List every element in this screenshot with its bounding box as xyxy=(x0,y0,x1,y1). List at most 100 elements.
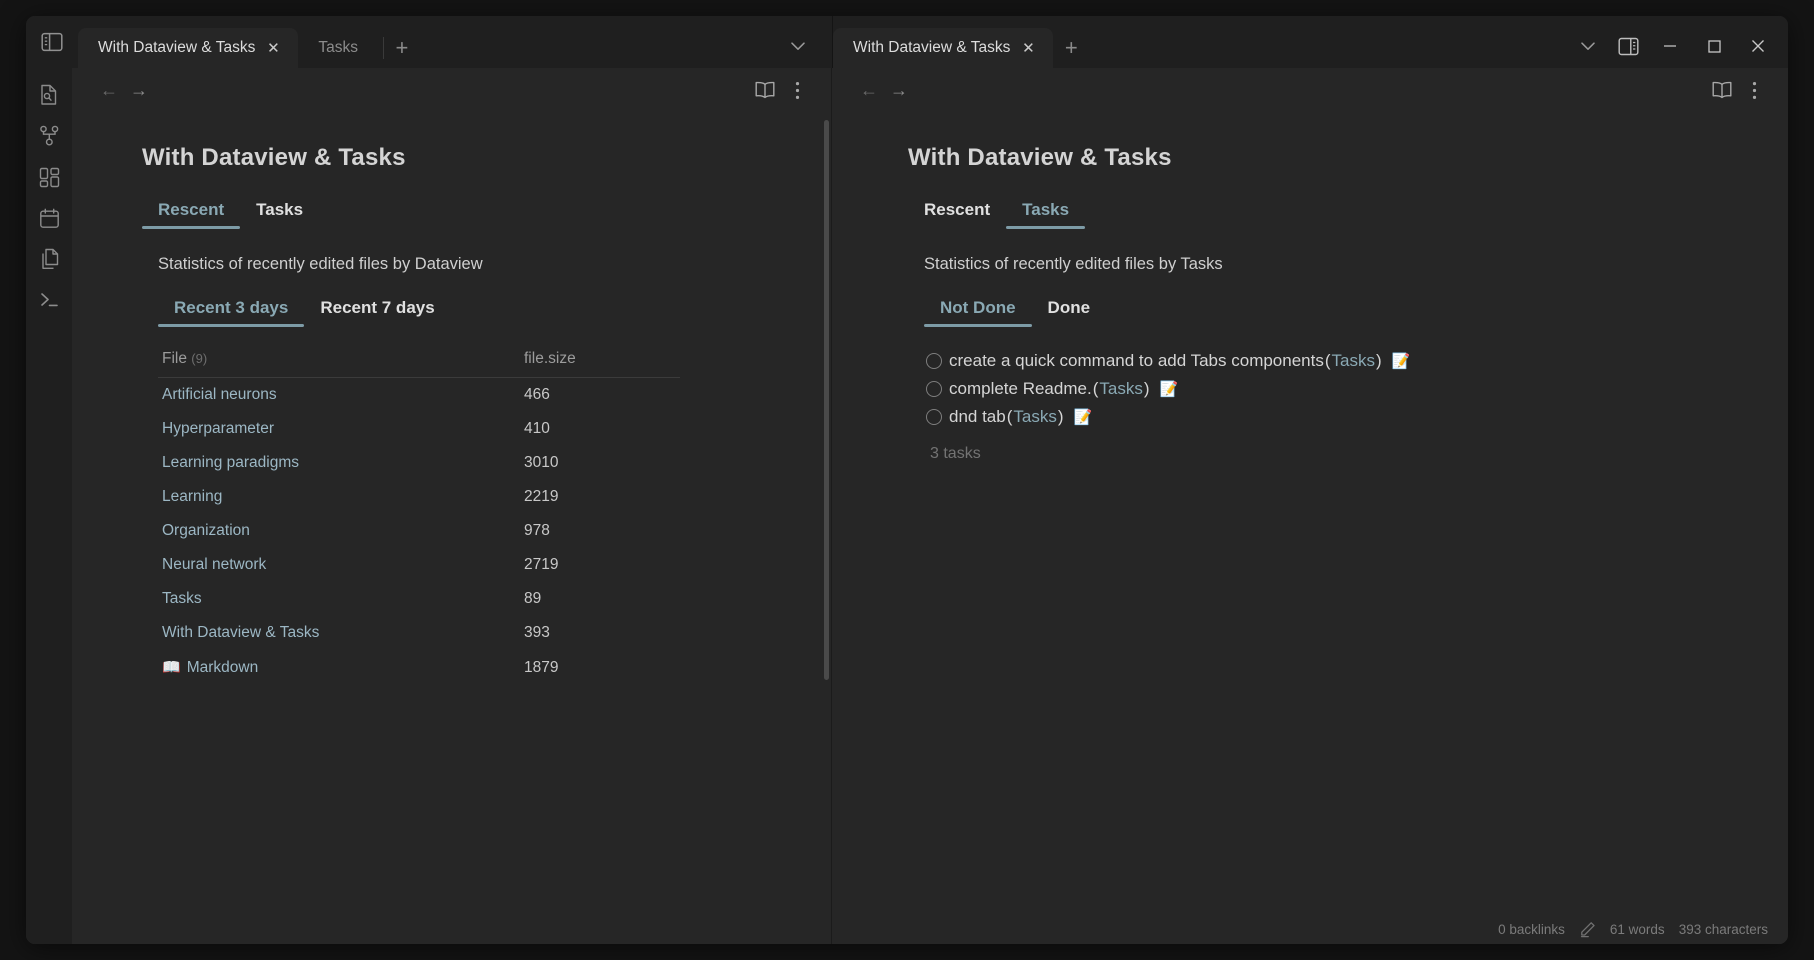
file-size: 2719 xyxy=(524,556,559,573)
file-link[interactable]: Learning xyxy=(158,480,520,514)
back-button[interactable]: ← xyxy=(854,75,884,105)
new-tab-button-right[interactable]: + xyxy=(1053,28,1089,68)
left-tab-group: With Dataview & Tasks ✕ Tasks xyxy=(78,16,373,68)
window-maximize-button[interactable] xyxy=(1692,26,1736,66)
new-tab-button[interactable]: + xyxy=(384,28,420,68)
right-pane-header: ← → xyxy=(832,68,1788,112)
tab-label: Tasks xyxy=(318,39,358,56)
chevron-down-icon xyxy=(791,41,805,50)
more-options-button[interactable] xyxy=(1738,75,1770,105)
file-link[interactable]: Artificial neurons xyxy=(158,378,520,413)
window-close-button[interactable] xyxy=(1736,26,1780,66)
note-tab-rescent[interactable]: Rescent xyxy=(142,196,241,229)
task-checkbox[interactable] xyxy=(926,353,942,369)
file-link[interactable]: Hyperparameter xyxy=(158,412,520,446)
memo-icon: 📝 xyxy=(1159,381,1179,398)
file-link-markdown[interactable]: 📖 Markdown xyxy=(158,650,520,685)
task-text: dnd tab xyxy=(949,407,1006,426)
subtab-recent-7-days[interactable]: Recent 7 days xyxy=(304,294,450,327)
table-row: 📖 Markdown 1879 xyxy=(158,650,680,685)
note-tab-rescent[interactable]: Rescent xyxy=(908,196,1006,229)
right-sidebar-toggle-button[interactable] xyxy=(1608,26,1648,66)
titlebar-right-half: With Dataview & Tasks ✕ + xyxy=(832,16,1788,68)
task-link[interactable]: Tasks xyxy=(1099,379,1142,399)
dataview-table: File (9) file.size Artificial neurons 46… xyxy=(158,345,680,685)
left-tab-list-dropdown-button[interactable] xyxy=(778,26,818,66)
window-body: ← → With Dataview & Tasks Rescent Tasks … xyxy=(26,68,1788,944)
window-minimize-button[interactable] xyxy=(1648,26,1692,66)
file-size: 89 xyxy=(524,590,542,607)
subtab-not-done[interactable]: Not Done xyxy=(924,294,1032,327)
sidebar-item-calendar[interactable] xyxy=(32,203,66,233)
table-row: Organization 978 xyxy=(158,514,680,548)
sidebar-item-terminal[interactable] xyxy=(32,285,66,315)
file-link-label: Markdown xyxy=(186,659,259,676)
left-pane-header: ← → xyxy=(72,68,831,112)
column-header-file-count: (9) xyxy=(191,351,208,366)
table-row: Artificial neurons 466 xyxy=(158,378,680,413)
file-link[interactable]: Learning paradigms xyxy=(158,446,520,480)
note-tab-tasks[interactable]: Tasks xyxy=(1006,196,1086,229)
note-tabs-right: Rescent Tasks xyxy=(908,196,1748,229)
memo-icon: 📝 xyxy=(1073,409,1093,426)
task-link[interactable]: Tasks xyxy=(1013,407,1056,427)
subtab-recent-3-days[interactable]: Recent 3 days xyxy=(158,294,305,327)
file-link[interactable]: With Dataview & Tasks xyxy=(158,616,520,650)
right-tab-list-dropdown-button[interactable] xyxy=(1568,26,1608,66)
table-row: Neural network 2719 xyxy=(158,548,680,582)
task-checkbox[interactable] xyxy=(926,409,942,425)
list-item: dnd tab ( Tasks ) 📝 xyxy=(926,403,1748,431)
files-icon xyxy=(41,248,58,269)
task-paren-open: ( xyxy=(1092,379,1099,398)
table-row: Tasks 89 xyxy=(158,582,680,616)
edit-mode-button[interactable] xyxy=(1579,921,1596,938)
column-header-filesize[interactable]: file.size xyxy=(520,345,680,378)
file-size: 466 xyxy=(524,386,550,403)
right-editor-pane: ← → With Dataview & Tasks Rescent Tasks … xyxy=(832,68,1788,944)
file-size: 393 xyxy=(524,624,550,641)
column-header-file-label: File xyxy=(162,350,187,367)
task-count-label: 3 tasks xyxy=(930,445,981,462)
sidebar-toggle-button[interactable] xyxy=(26,16,78,68)
file-size: 3010 xyxy=(524,454,559,471)
sidebar-item-files[interactable] xyxy=(32,244,66,274)
column-header-file[interactable]: File (9) xyxy=(158,345,520,378)
close-icon[interactable]: ✕ xyxy=(1018,38,1038,58)
left-ribbon xyxy=(26,68,72,944)
reading-view-button[interactable] xyxy=(1706,75,1738,105)
reading-view-button[interactable] xyxy=(749,75,781,105)
sidebar-item-file-search[interactable] xyxy=(32,80,66,110)
subtab-done[interactable]: Done xyxy=(1032,294,1107,327)
task-link[interactable]: Tasks xyxy=(1332,351,1375,371)
status-bar: 0 backlinks 61 words 393 characters xyxy=(1478,914,1788,944)
close-icon xyxy=(1752,40,1764,52)
backlinks-count[interactable]: 0 backlinks xyxy=(1498,922,1565,937)
note-subtabs-right: Not Done Done xyxy=(924,294,1748,327)
list-item: complete Readme. ( Tasks ) 📝 xyxy=(926,375,1748,403)
list-item: create a quick command to add Tabs compo… xyxy=(926,347,1748,375)
forward-button[interactable]: → xyxy=(124,75,154,105)
note-subtabs-left: Recent 3 days Recent 7 days xyxy=(158,294,791,327)
file-link[interactable]: Neural network xyxy=(158,548,520,582)
tab-with-dataview-and-tasks-right[interactable]: With Dataview & Tasks ✕ xyxy=(833,28,1054,68)
task-text: create a quick command to add Tabs compo… xyxy=(949,351,1324,370)
back-button[interactable]: ← xyxy=(94,75,124,105)
more-options-button[interactable] xyxy=(781,75,813,105)
sidebar-item-canvas[interactable] xyxy=(32,162,66,192)
sidebar-item-graph-view[interactable] xyxy=(32,121,66,151)
note-tab-tasks[interactable]: Tasks xyxy=(240,196,319,229)
file-link[interactable]: Tasks xyxy=(158,582,520,616)
tab-tasks[interactable]: Tasks xyxy=(298,28,373,68)
tab-with-dataview-and-tasks[interactable]: With Dataview & Tasks ✕ xyxy=(78,28,299,68)
table-row: Hyperparameter 410 xyxy=(158,412,680,446)
vertical-scrollbar[interactable] xyxy=(824,120,829,680)
note-tabs-left: Rescent Tasks xyxy=(142,196,791,229)
table-body: Artificial neurons 466 Hyperparameter 41… xyxy=(158,378,680,686)
file-link[interactable]: Organization xyxy=(158,514,520,548)
left-paragraph: Statistics of recently edited files by D… xyxy=(158,255,483,273)
task-checkbox[interactable] xyxy=(926,381,942,397)
right-tab-group: With Dataview & Tasks ✕ xyxy=(833,16,1054,68)
table-row: Learning paradigms 3010 xyxy=(158,446,680,480)
close-icon[interactable]: ✕ xyxy=(263,38,283,58)
forward-button[interactable]: → xyxy=(884,75,914,105)
